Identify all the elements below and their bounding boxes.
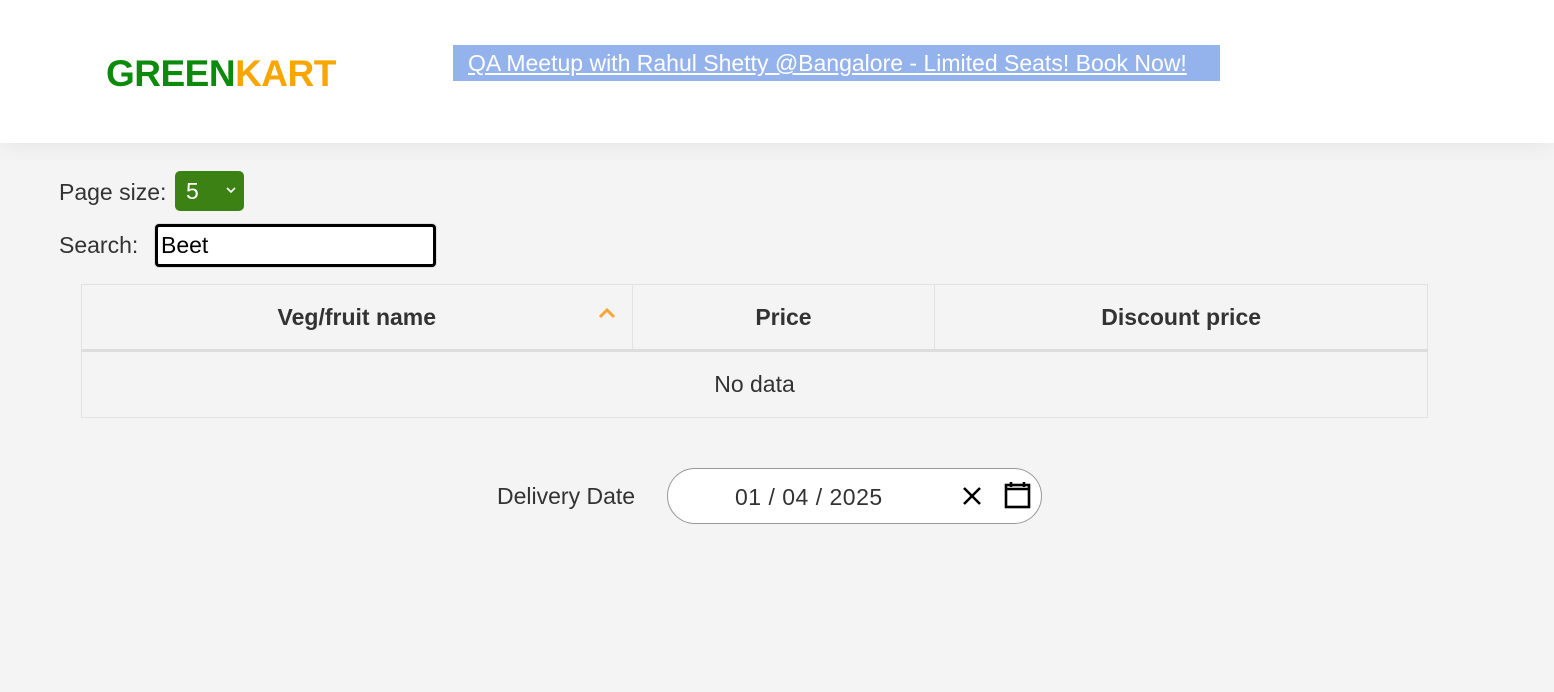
close-icon[interactable] (961, 485, 983, 507)
promo-banner-link[interactable]: QA Meetup with Rahul Shetty @Bangalore -… (453, 45, 1220, 81)
delivery-date-value[interactable]: 01 / 04 / 2025 (735, 483, 883, 511)
calendar-icon[interactable] (1004, 481, 1031, 509)
sort-ascending-icon (598, 307, 615, 319)
header: GREENKART QA Meetup with Rahul Shetty @B… (0, 0, 1554, 143)
column-header-label: Discount price (1101, 303, 1262, 330)
search-label: Search: (59, 232, 139, 258)
page-size-select[interactable]: 5 (175, 171, 244, 211)
table-header-row: Veg/fruit name Price Discount price (81, 284, 1428, 352)
brand-orange-text: KART (235, 53, 336, 94)
brand-green-text: GREEN (106, 53, 236, 94)
page-size-value: 5 (186, 178, 199, 204)
delivery-date-label: Delivery Date (497, 483, 636, 509)
search-input[interactable] (155, 224, 436, 267)
empty-state-text: No data (81, 350, 1428, 418)
column-header-name[interactable]: Veg/fruit name (81, 284, 633, 352)
products-table: Veg/fruit name Price Discount price No d… (81, 284, 1428, 418)
brand-logo: GREENKART (106, 54, 336, 94)
column-header-label: Price (755, 303, 812, 330)
column-header-label: Veg/fruit name (277, 303, 437, 330)
column-header-discount[interactable]: Discount price (934, 284, 1428, 352)
page-size-label: Page size: (59, 179, 167, 205)
chevron-down-icon (226, 187, 236, 194)
column-header-price[interactable]: Price (631, 284, 936, 352)
table-row: No data (81, 350, 1428, 418)
delivery-date-picker[interactable]: 01 / 04 / 2025 (667, 468, 1042, 524)
